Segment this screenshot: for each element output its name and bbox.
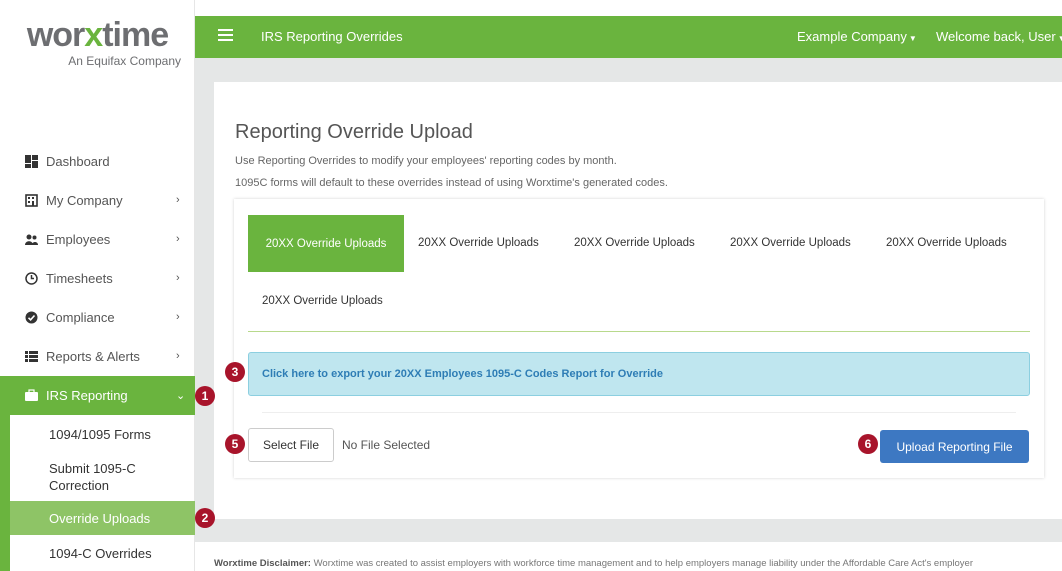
caret-down-icon: ▼	[1057, 34, 1062, 43]
footer-disclaimer: Worxtime Disclaimer: Worxtime was create…	[214, 558, 1062, 569]
tab-label: 20XX Override Uploads	[265, 237, 387, 250]
clock-icon	[25, 272, 38, 285]
chevron-right-icon: ›	[176, 233, 180, 245]
tab-override-uploads-4[interactable]: 20XX Override Uploads	[730, 237, 851, 249]
subnav-item-label: Override Uploads	[49, 510, 151, 526]
sidebar-item-label: IRS Reporting	[46, 388, 128, 403]
export-report-link[interactable]: Click here to export your 20XX Employees…	[262, 368, 663, 380]
callout-marker-6: 6	[858, 434, 878, 454]
sidebar-item-label: Compliance	[46, 310, 115, 325]
tab-label: 20XX Override Uploads	[574, 237, 695, 249]
subnav-item-1094c-overrides[interactable]: 1094-C Overrides	[10, 535, 195, 571]
sidebar-nav: Dashboard My Company › Employees › Times…	[0, 142, 195, 415]
disclaimer-text: Worxtime was created to assist employers…	[313, 558, 974, 569]
selected-file-status: No File Selected	[342, 438, 431, 452]
sidebar-item-label: Timesheets	[46, 271, 113, 286]
subnav-item-1094-1095-forms[interactable]: 1094/1095 Forms	[10, 415, 195, 453]
callout-marker-2: 2	[195, 508, 215, 528]
hamburger-menu-icon[interactable]	[218, 29, 233, 41]
building-icon	[25, 194, 38, 207]
dashboard-icon	[25, 155, 38, 168]
subnav-item-label: 1094-C Overrides	[49, 545, 152, 561]
sidebar-item-my-company[interactable]: My Company ›	[0, 181, 195, 220]
tab-label: 20XX Override Uploads	[418, 237, 539, 249]
tabs-divider	[248, 331, 1030, 332]
description-line-2: 1095C forms will default to these overri…	[235, 177, 668, 189]
tab-override-uploads-5[interactable]: 20XX Override Uploads	[886, 237, 1007, 249]
page-title: Reporting Override Upload	[235, 121, 473, 143]
sidebar-item-dashboard[interactable]: Dashboard	[0, 142, 195, 181]
tab-override-uploads-3[interactable]: 20XX Override Uploads	[574, 237, 695, 249]
sidebar-item-label: Reports & Alerts	[46, 349, 140, 364]
select-file-button[interactable]: Select File	[248, 428, 334, 462]
tab-label: 20XX Override Uploads	[262, 295, 383, 307]
sidebar: worxtime An Equifax Company Dashboard My…	[0, 0, 195, 571]
irs-reporting-subnav: 1094/1095 Forms Submit 1095-C Correction…	[0, 415, 195, 571]
briefcase-icon	[25, 389, 38, 401]
logo-wordmark: worxtime	[26, 16, 169, 54]
top-bar: IRS Reporting Overrides Example Company ▼…	[195, 16, 1062, 58]
sidebar-item-timesheets[interactable]: Timesheets ›	[0, 259, 195, 298]
callout-marker-1: 1	[195, 386, 215, 406]
logo-subtitle: An Equifax Company	[68, 54, 181, 68]
chevron-right-icon: ›	[176, 311, 180, 323]
company-dropdown[interactable]: Example Company ▼	[797, 29, 917, 44]
sidebar-item-employees[interactable]: Employees ›	[0, 220, 195, 259]
chevron-right-icon: ›	[176, 350, 180, 362]
sidebar-item-compliance[interactable]: Compliance ›	[0, 298, 195, 337]
check-circle-icon	[25, 311, 38, 324]
subnav-item-label: 1094/1095 Forms	[49, 426, 151, 442]
chevron-right-icon: ›	[176, 194, 180, 206]
sidebar-item-irs-reporting[interactable]: IRS Reporting ⌄	[0, 376, 195, 415]
worxtime-logo[interactable]: worxtime An Equifax Company	[0, 16, 195, 68]
page-header-title: IRS Reporting Overrides	[261, 29, 403, 44]
list-icon	[25, 351, 38, 362]
description-line-1: Use Reporting Overrides to modify your e…	[235, 155, 617, 167]
callout-marker-5: 5	[225, 434, 245, 454]
subnav-item-label: Submit 1095-C Correction	[49, 461, 136, 493]
subnav-item-submit-correction[interactable]: Submit 1095-C Correction	[10, 453, 195, 501]
tab-label: 20XX Override Uploads	[730, 237, 851, 249]
export-report-alert: Click here to export your 20XX Employees…	[248, 352, 1030, 396]
upload-reporting-file-button[interactable]: Upload Reporting File	[880, 430, 1029, 463]
welcome-text: Welcome back, User	[936, 29, 1056, 44]
callout-marker-3: 3	[225, 362, 245, 382]
tab-override-uploads-2[interactable]: 20XX Override Uploads	[418, 237, 539, 249]
tab-override-uploads-1[interactable]: 20XX Override Uploads	[248, 215, 404, 272]
chevron-down-icon: ⌄	[176, 390, 186, 402]
subnav-item-override-uploads[interactable]: Override Uploads	[10, 501, 195, 535]
caret-down-icon: ▼	[908, 34, 917, 43]
disclaimer-label: Worxtime Disclaimer:	[214, 558, 311, 569]
tab-override-uploads-6[interactable]: 20XX Override Uploads	[262, 295, 383, 307]
company-name: Example Company	[797, 29, 907, 44]
users-icon	[25, 234, 38, 245]
section-divider	[262, 412, 1016, 413]
sidebar-item-reports-alerts[interactable]: Reports & Alerts ›	[0, 337, 195, 376]
chevron-right-icon: ›	[176, 272, 180, 284]
tab-label: 20XX Override Uploads	[886, 237, 1007, 249]
user-menu-dropdown[interactable]: Welcome back, User ▼	[936, 29, 1062, 44]
sidebar-item-label: Dashboard	[46, 154, 110, 169]
sidebar-item-label: My Company	[46, 193, 123, 208]
sidebar-item-label: Employees	[46, 232, 111, 247]
